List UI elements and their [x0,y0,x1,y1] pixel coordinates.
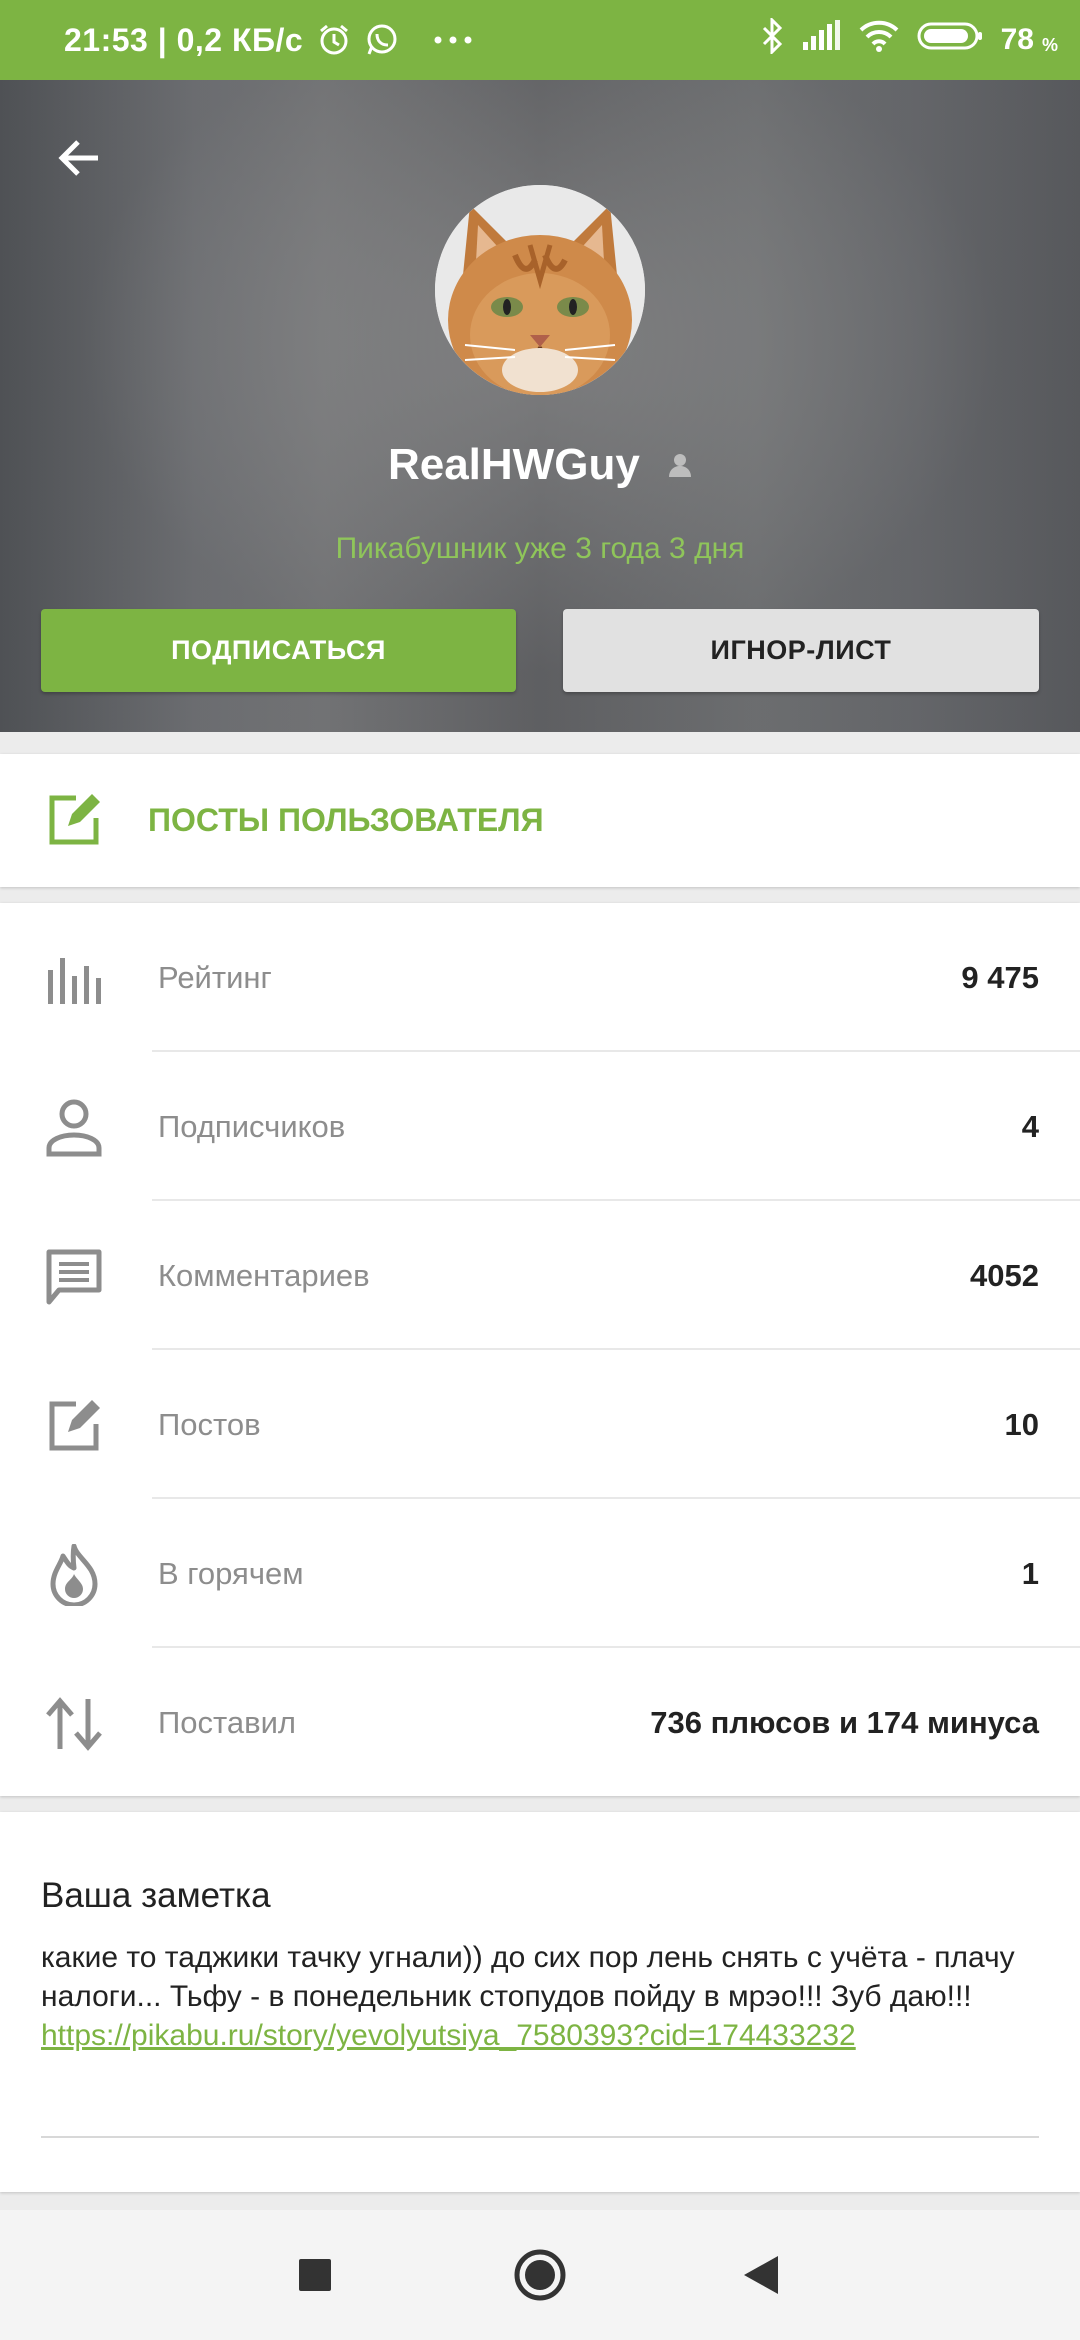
note-card[interactable]: Ваша заметка какие то таджики тачку угна… [0,1812,1080,2192]
note-text: какие то таджики тачку угнали)) до сих п… [41,1941,1015,2013]
stat-row-comments[interactable]: Комментариев 4052 [0,1201,1080,1350]
home-button[interactable] [480,2210,600,2340]
stat-row-posts[interactable]: Постов 10 [0,1350,1080,1499]
battery-icon [917,21,983,59]
status-bar: 21:53 | 0,2 КБ/с 78 % [0,0,1080,80]
note-body: какие то таджики тачку угнали)) до сих п… [41,1938,1041,2055]
battery-percent: 78 [1000,23,1034,56]
stat-row-rating: Рейтинг 9 475 [0,903,1080,1052]
username-row: RealHWGuy [0,440,1080,490]
comment-icon [42,1245,106,1309]
stat-value: 10 [1004,1406,1039,1442]
stat-row-votes: Поставил 736 плюсов и 174 минуса [0,1648,1080,1797]
stat-value: 4052 [970,1257,1039,1293]
flame-icon [42,1543,106,1607]
note-link[interactable]: https://pikabu.ru/story/yevolyutsiya_758… [41,2016,1041,2055]
stat-row-subscribers[interactable]: Подписчиков 4 [0,1052,1080,1201]
stat-row-hot[interactable]: В горячем 1 [0,1499,1080,1648]
system-nav-bar [0,2210,1080,2340]
whatsapp-icon [365,23,399,57]
stat-label: Комментариев [158,1257,370,1293]
circle-icon [514,2249,566,2301]
bluetooth-icon [761,16,783,62]
cat-avatar-image [435,185,645,395]
arrow-left-icon [58,140,98,176]
up-down-arrows-icon [42,1692,106,1756]
edit-icon [46,792,102,853]
alarm-icon [317,23,351,57]
note-title: Ваша заметка [41,1876,271,1915]
person-icon [42,1096,106,1160]
edit-icon [42,1394,106,1458]
stat-value: 9 475 [961,959,1039,995]
stats-list: Рейтинг 9 475 Подписчиков 4 Комментариев… [0,903,1080,1796]
stat-label: В горячем [158,1555,304,1591]
user-posts-label: ПОСТЫ ПОЛЬЗОВАТЕЛЯ [148,802,544,838]
stat-label: Подписчиков [158,1108,346,1144]
avatar[interactable] [435,185,645,395]
stat-label: Постов [158,1406,261,1442]
subscribe-button[interactable]: ПОДПИСАТЬСЯ [41,609,516,692]
member-tenure: Пикабушник уже 3 года 3 дня [335,532,745,565]
wifi-icon [859,20,899,60]
stat-value: 736 плюсов и 174 минуса [650,1704,1039,1740]
username: RealHWGuy [387,440,640,489]
user-posts-link[interactable]: ПОСТЫ ПОЛЬЗОВАТЕЛЯ [0,754,1080,887]
rating-bars-icon [42,947,106,1011]
profile-header: RealHWGuy Пикабушник уже 3 года 3 дня ПО… [0,80,1080,732]
stat-label: Рейтинг [158,959,272,995]
stat-label: Поставил [158,1704,296,1740]
stat-value: 1 [1021,1555,1039,1591]
back-button[interactable] [50,130,106,186]
triangle-back-icon [744,2256,778,2294]
note-divider [41,2136,1039,2138]
signal-icon [801,20,841,60]
recents-button[interactable] [255,2210,375,2340]
battery-percent-sign: % [1041,34,1058,55]
user-badge-icon [668,439,692,489]
stat-value: 4 [1021,1108,1039,1144]
square-icon [299,2259,331,2291]
more-dots-icon [433,35,473,45]
back-nav-button[interactable] [700,2210,820,2340]
status-time-speed: 21:53 | 0,2 КБ/с [64,21,304,58]
ignore-list-button[interactable]: ИГНОР-ЛИСТ [563,609,1039,692]
